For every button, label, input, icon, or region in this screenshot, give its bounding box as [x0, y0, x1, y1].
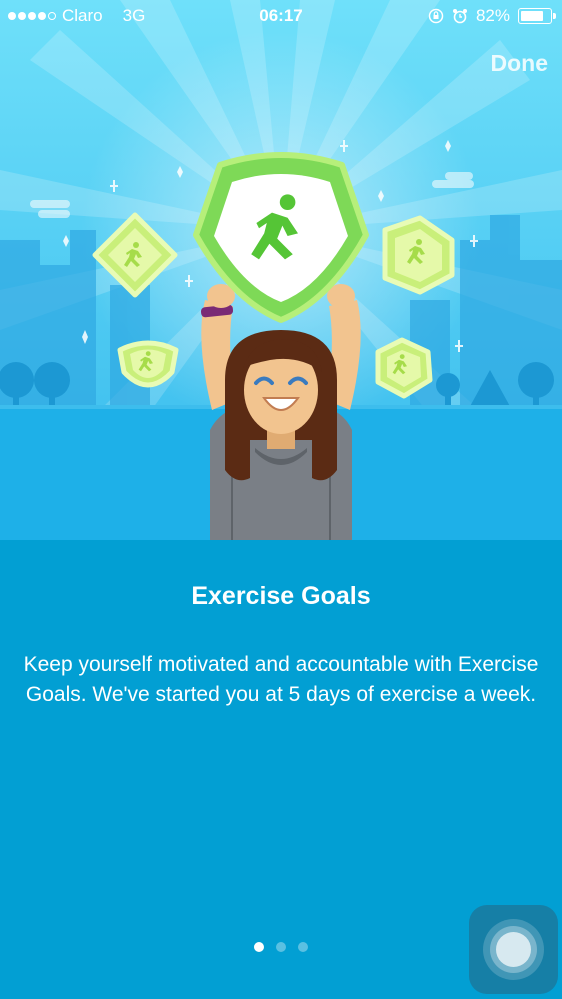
assistive-touch-button[interactable] — [469, 905, 558, 994]
status-bar: Claro 3G 06:17 82% — [0, 0, 562, 32]
alarm-icon — [452, 9, 467, 24]
exercise-goals-illustration — [0, 0, 562, 540]
page-title: Exercise Goals — [191, 582, 371, 610]
assistive-ring-inner — [496, 932, 531, 967]
page-dot-2[interactable] — [276, 942, 286, 952]
status-right: 82% — [428, 6, 556, 26]
badge-left-bottom — [117, 340, 179, 388]
battery-percent: 82% — [475, 6, 510, 25]
done-button[interactable]: Done — [491, 50, 549, 77]
battery-icon — [518, 8, 556, 24]
page-description: Keep yourself motivated and accountable … — [23, 653, 539, 706]
page-dot-1[interactable] — [254, 942, 264, 952]
hero-illustration — [0, 0, 562, 540]
page-dot-3[interactable] — [298, 942, 308, 952]
orientation-lock-icon — [428, 8, 444, 24]
badge-right-bottom — [375, 337, 433, 399]
